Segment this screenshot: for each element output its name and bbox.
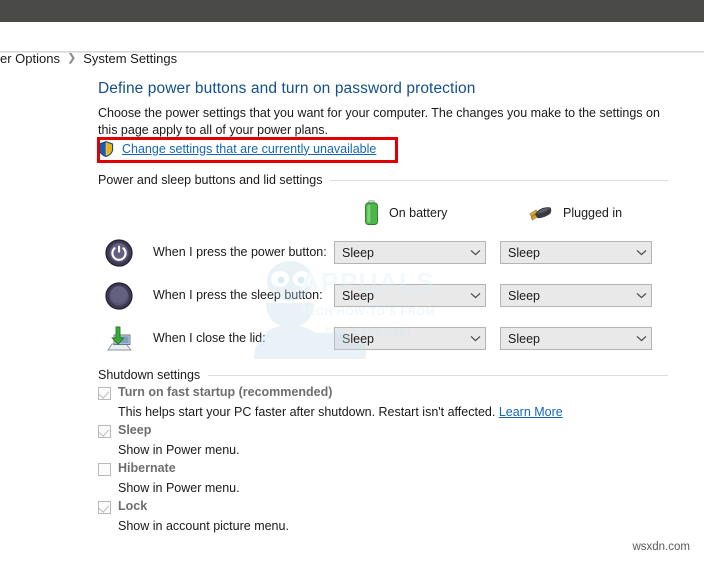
change-settings-link[interactable]: Change settings that are currently unava… [122, 142, 376, 156]
row-label-power-button: When I press the power button: [153, 245, 327, 259]
section-divider [208, 375, 668, 376]
row-close-lid: When I close the lid: Sleep Sleep [98, 321, 668, 364]
section-divider [330, 180, 668, 181]
power-section-header: Power and sleep buttons and lid settings [98, 173, 668, 187]
column-header-plugged-in: Plugged in [528, 198, 622, 228]
column-label-on-battery: On battery [389, 206, 447, 220]
power-settings-rows: When I press the power button: Sleep Sle… [98, 235, 668, 364]
dropdown-power-button-plugged-in[interactable]: Sleep [500, 241, 652, 264]
description-text: This helps start your PC faster after sh… [118, 405, 495, 419]
sleep-button-icon [105, 282, 133, 310]
page-description: Choose the power settings that you want … [98, 105, 668, 139]
page-title: Define power buttons and turn on passwor… [98, 80, 475, 98]
shutdown-settings-list: Turn on fast startup (recommended) This … [98, 385, 668, 537]
chevron-down-icon [631, 249, 651, 256]
row-label-close-lid: When I close the lid: [153, 331, 266, 345]
chevron-down-icon [465, 292, 485, 299]
dropdown-value: Sleep [501, 246, 631, 260]
row-power-button: When I press the power button: Sleep Sle… [98, 235, 668, 278]
bottom-right-watermark: wsxdn.com [632, 541, 690, 553]
dropdown-value: Sleep [501, 289, 631, 303]
address-bar: er Options ❯ System Settings [0, 22, 704, 52]
row-sleep-button: When I press the sleep button: Sleep Sle… [98, 278, 668, 321]
checkbox-item-sleep: Sleep Show in Power menu. [98, 423, 668, 459]
dropdown-sleep-button-plugged-in[interactable]: Sleep [500, 284, 652, 307]
checkbox-hibernate[interactable] [98, 463, 111, 476]
change-settings-row[interactable]: Change settings that are currently unava… [98, 138, 376, 159]
shutdown-section-header: Shutdown settings [98, 368, 668, 382]
checkbox-item-lock: Lock Show in account picture menu. [98, 499, 668, 535]
checkbox-lock[interactable] [98, 501, 111, 514]
dropdown-close-lid-plugged-in[interactable]: Sleep [500, 327, 652, 350]
checkbox-label-sleep: Sleep [118, 423, 151, 437]
checkbox-description-fast-startup: This helps start your PC faster after sh… [118, 404, 668, 421]
checkbox-label-fast-startup: Turn on fast startup (recommended) [118, 385, 332, 399]
battery-icon [363, 200, 380, 226]
dropdown-value: Sleep [335, 246, 465, 260]
power-plug-icon [528, 203, 554, 223]
checkbox-description-lock: Show in account picture menu. [118, 518, 668, 535]
row-label-sleep-button: When I press the sleep button: [153, 288, 323, 302]
dropdown-close-lid-on-battery[interactable]: Sleep [334, 327, 486, 350]
checkbox-label-lock: Lock [118, 499, 147, 513]
checkbox-sleep[interactable] [98, 425, 111, 438]
dropdown-value: Sleep [335, 289, 465, 303]
chevron-down-icon [631, 335, 651, 342]
checkbox-fast-startup[interactable] [98, 387, 111, 400]
checkbox-description-sleep: Show in Power menu. [118, 442, 668, 459]
checkbox-item-hibernate: Hibernate Show in Power menu. [98, 461, 668, 497]
shield-icon [98, 141, 114, 157]
power-section-label: Power and sleep buttons and lid settings [98, 173, 322, 187]
checkbox-item-fast-startup: Turn on fast startup (recommended) This … [98, 385, 668, 421]
column-label-plugged-in: Plugged in [563, 206, 622, 220]
chevron-down-icon [631, 292, 651, 299]
checkbox-description-hibernate: Show in Power menu. [118, 480, 668, 497]
power-button-icon [105, 239, 133, 267]
chevron-down-icon [465, 335, 485, 342]
shutdown-section-label: Shutdown settings [98, 368, 200, 382]
laptop-lid-icon [105, 325, 133, 353]
checkbox-label-hibernate: Hibernate [118, 461, 176, 475]
column-header-on-battery: On battery [363, 198, 447, 228]
dropdown-value: Sleep [335, 332, 465, 346]
dropdown-value: Sleep [501, 332, 631, 346]
content-pane: Define power buttons and turn on passwor… [0, 53, 704, 562]
chevron-down-icon [465, 249, 485, 256]
column-headers: On battery Plugged in [98, 198, 668, 228]
dropdown-sleep-button-on-battery[interactable]: Sleep [334, 284, 486, 307]
system-settings-window: er Options ❯ System Settings Define powe… [0, 0, 704, 562]
dropdown-power-button-on-battery[interactable]: Sleep [334, 241, 486, 264]
window-titlebar [0, 0, 704, 22]
learn-more-link[interactable]: Learn More [499, 405, 563, 419]
